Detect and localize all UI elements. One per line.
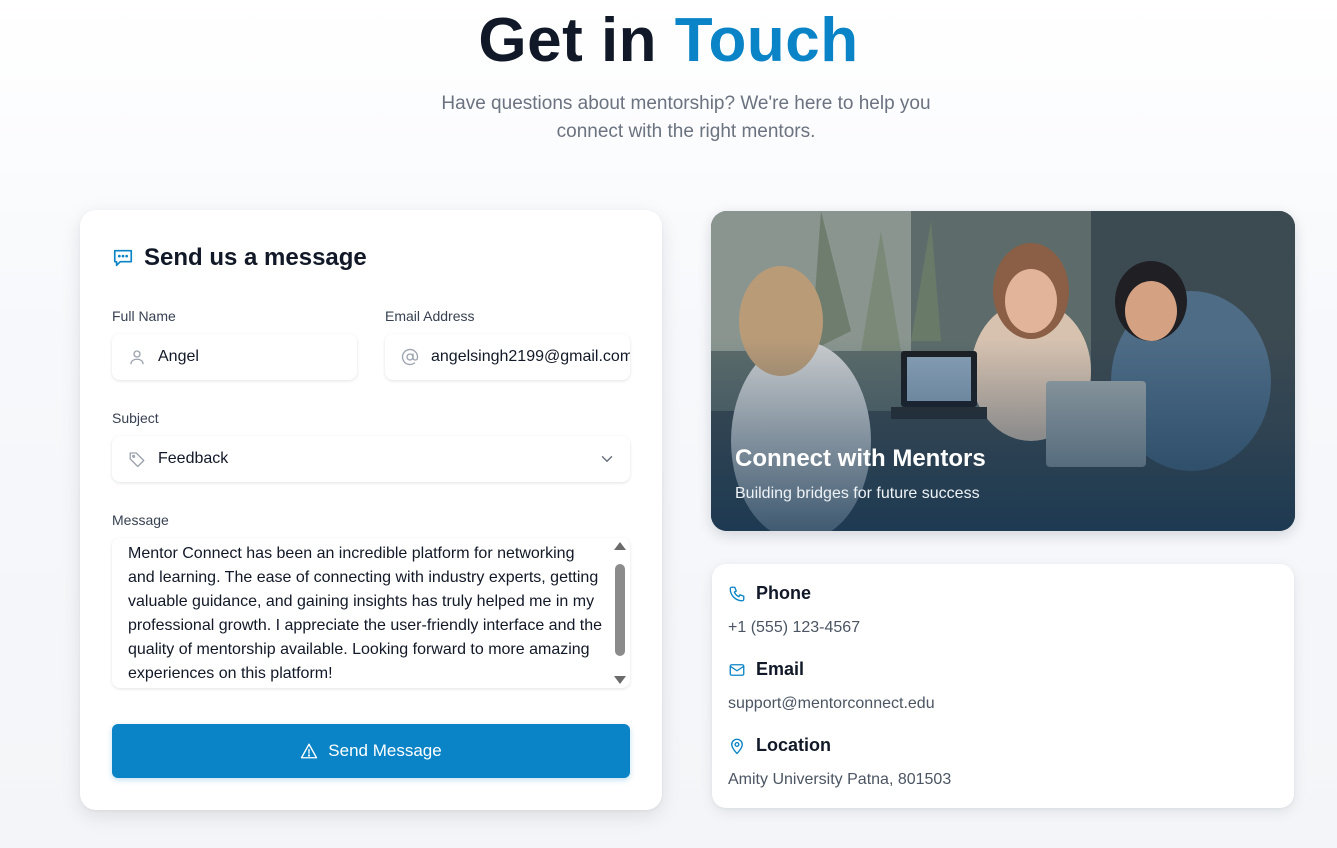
full-name-value: Angel (158, 348, 199, 365)
send-message-button[interactable]: Send Message (112, 724, 630, 778)
page-title-main: Get in (478, 6, 675, 75)
page-subtitle: Have questions about mentorship? We're h… (441, 93, 931, 142)
phone-heading: Phone (728, 583, 811, 604)
scroll-down-arrow-icon[interactable] (614, 676, 626, 684)
image-card-subtitle: Building bridges for future success (735, 485, 980, 502)
contact-info-card: Phone +1 (555) 123-4567 Email support@me… (712, 564, 1294, 808)
map-pin-icon (728, 737, 746, 755)
location-heading: Location (728, 735, 831, 756)
email-value: angelsingh2199@gmail.com (431, 348, 630, 365)
mail-icon (728, 661, 746, 679)
tag-icon (128, 450, 146, 468)
subject-value: Feedback (158, 450, 229, 467)
contact-form-card: Send us a message Full Name Angel Email … (80, 210, 662, 810)
scrollbar-thumb[interactable] (615, 564, 625, 656)
email-field[interactable]: angelsingh2199@gmail.com (385, 334, 630, 380)
subject-select[interactable]: Feedback (112, 436, 630, 482)
message-value: Mentor Connect has been an incredible pl… (128, 545, 603, 682)
email-heading: Email (728, 659, 804, 680)
location-value: Amity University Patna, 801503 (728, 771, 952, 788)
email-title: Email (756, 659, 805, 679)
message-textarea[interactable]: Mentor Connect has been an incredible pl… (112, 538, 630, 688)
phone-value: +1 (555) 123-4567 (728, 619, 861, 636)
chevron-down-icon (598, 450, 616, 468)
full-name-label: Full Name (112, 308, 176, 324)
email-label: Email Address (385, 308, 475, 324)
send-message-label: Send Message (328, 741, 442, 760)
phone-title: Phone (756, 583, 812, 603)
user-icon (128, 348, 146, 366)
location-title: Location (756, 735, 831, 755)
scroll-up-arrow-icon[interactable] (614, 542, 626, 550)
at-sign-icon (401, 348, 419, 366)
page-title: Get in Touch (0, 6, 1337, 76)
message-label: Message (112, 512, 169, 528)
message-scrollbar[interactable] (612, 538, 628, 688)
warning-triangle-icon (300, 742, 318, 760)
image-card-title: Connect with Mentors (735, 445, 986, 472)
image-gradient-overlay (711, 211, 1295, 531)
mentors-image-card: Connect with Mentors Building bridges fo… (711, 211, 1295, 531)
phone-icon (728, 585, 746, 603)
email-contact-value: support@mentorconnect.edu (728, 695, 935, 712)
full-name-field[interactable]: Angel (112, 334, 357, 380)
form-heading: Send us a message (112, 244, 367, 272)
message-square-icon (112, 247, 134, 269)
page-title-accent: Touch (674, 6, 859, 75)
form-heading-text: Send us a message (144, 244, 367, 271)
subject-label: Subject (112, 410, 159, 426)
